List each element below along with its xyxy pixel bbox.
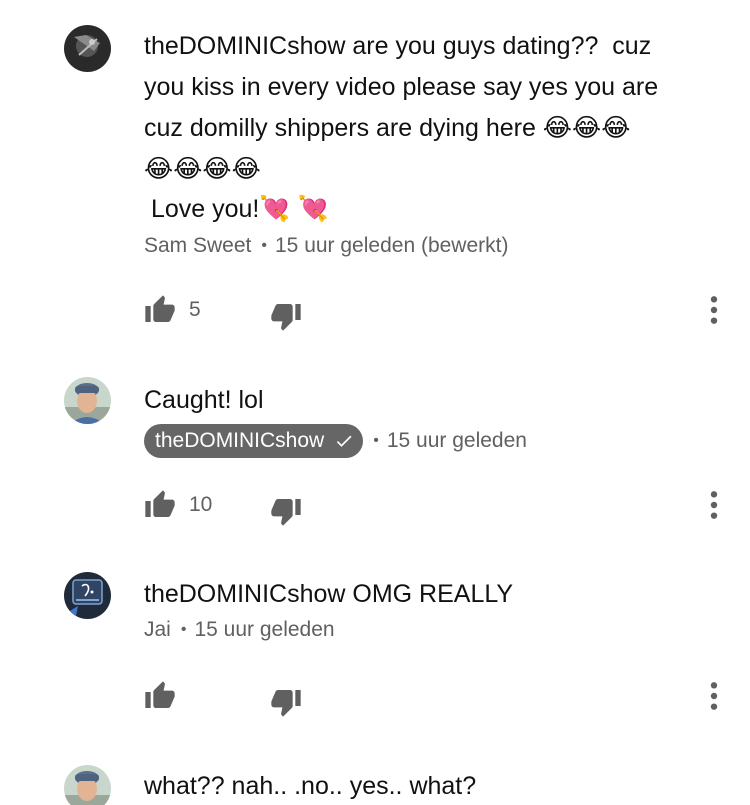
comment-text-line: theDOMINICshow OMG REALLY: [144, 580, 514, 608]
comment-actions: 10: [144, 489, 720, 529]
dislike-button[interactable]: [270, 686, 302, 723]
comment-timestamp: 15 uur geleden: [194, 618, 335, 641]
thumbs-down-icon: [271, 304, 301, 331]
comment-text-line: you kiss in every video please say yes y…: [144, 73, 659, 101]
comment-meta: Sam Sweet • 15 uur geleden (bewerkt): [144, 232, 720, 260]
meta-separator: •: [261, 237, 267, 254]
like-button[interactable]: 10: [144, 489, 212, 521]
check-icon: [337, 435, 352, 447]
comment-timestamp: 15 uur geleden: [386, 429, 527, 452]
comment-thread: theDOMINICshow are you guys dating?? cuz…: [0, 0, 750, 805]
dislike-button[interactable]: [270, 495, 302, 532]
comment-text-line: Love you!💘 💘: [144, 195, 329, 223]
avatar[interactable]: [64, 765, 111, 805]
like-button[interactable]: [144, 680, 189, 712]
thumbs-down-icon: [271, 499, 301, 526]
like-count: 5: [189, 298, 201, 321]
more-vertical-icon: [710, 296, 718, 324]
comment-text-line: cuz domilly shippers are dying here 😂😂😂: [144, 114, 631, 142]
comment-text-line: Caught! lol: [144, 386, 264, 414]
comment-meta: theDOMINICshow • 15 uur geleden: [144, 424, 720, 458]
comment-meta: Jai • 15 uur geleden: [144, 616, 720, 644]
more-vertical-icon: [710, 491, 718, 519]
more-options-button[interactable]: [708, 294, 720, 326]
like-count: 10: [189, 493, 213, 516]
thumbs-up-icon: [145, 490, 175, 517]
meta-separator: •: [180, 621, 187, 638]
comment-actions: 5: [144, 294, 720, 334]
author-name: theDOMINICshow: [155, 429, 325, 452]
comment-text-line: 😂😂😂😂: [144, 155, 261, 183]
channel-owner-badge[interactable]: theDOMINICshow: [144, 424, 364, 458]
comment-timestamp: 15 uur geleden (bewerkt): [275, 234, 509, 257]
avatar[interactable]: [64, 377, 111, 424]
dislike-button[interactable]: [270, 300, 302, 337]
thumbs-up-icon: [145, 295, 175, 322]
author-name[interactable]: Sam Sweet: [144, 232, 251, 260]
avatar[interactable]: [64, 572, 111, 619]
comment-actions: [144, 680, 720, 720]
thumbs-down-icon: [271, 690, 301, 717]
meta-separator: •: [373, 432, 379, 449]
more-options-button[interactable]: [708, 680, 720, 712]
thumbs-up-icon: [145, 681, 175, 708]
comment-text-line: what?? nah.. .no.. yes.. what?: [144, 772, 477, 800]
like-button[interactable]: 5: [144, 294, 201, 326]
more-vertical-icon: [710, 682, 718, 710]
comment-text-line: theDOMINICshow are you guys dating?? cuz: [144, 32, 652, 60]
avatar[interactable]: [64, 25, 111, 72]
more-options-button[interactable]: [708, 489, 720, 521]
author-name[interactable]: Jai: [144, 616, 171, 644]
